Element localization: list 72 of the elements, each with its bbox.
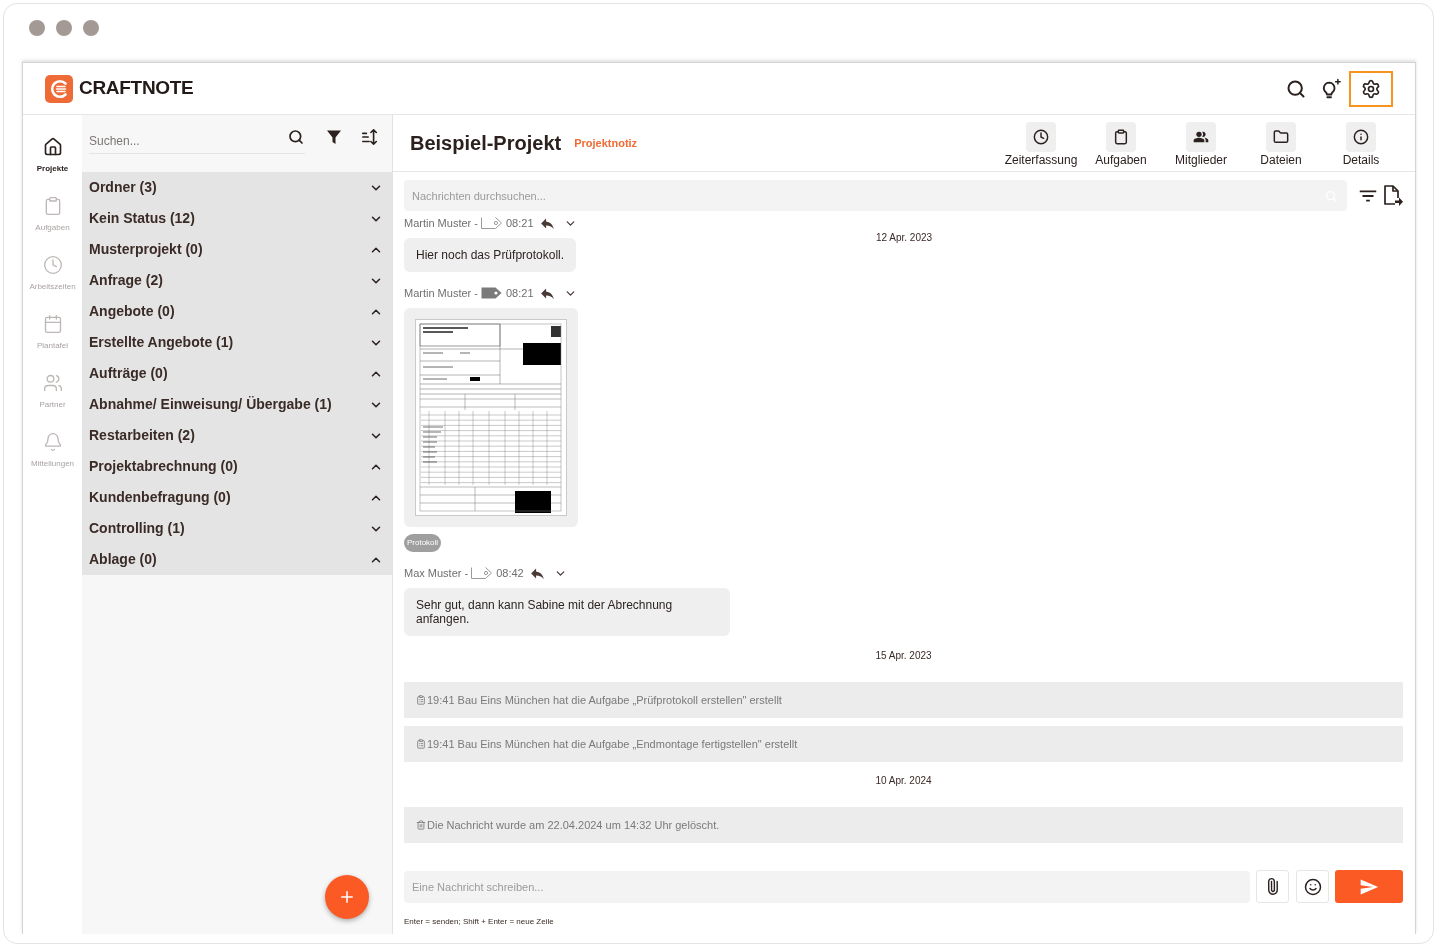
bell-icon xyxy=(42,432,63,452)
trash-icon xyxy=(416,820,426,830)
document-scan-drawing[interactable] xyxy=(415,319,567,516)
folder-item[interactable]: Abnahme/ Einweisung/ Übergabe (1) xyxy=(82,389,392,420)
nav-item[interactable]: Projekte xyxy=(23,137,82,175)
folder-item[interactable]: Restarbeiten (2) xyxy=(82,420,392,451)
project-tab[interactable]: Zeiterfassung xyxy=(1001,115,1081,171)
attach-button[interactable] xyxy=(1256,870,1289,903)
project-title: Beispiel-Projekt xyxy=(410,131,562,156)
message-sender: Max Muster - xyxy=(404,566,469,580)
message-input[interactable]: Eine Nachricht schreiben... xyxy=(404,870,1250,903)
folder-item[interactable]: Anfrage (2) xyxy=(82,265,392,296)
emoji-button[interactable] xyxy=(1296,870,1329,903)
message-search-field[interactable]: Nachrichten durchsuchen... xyxy=(404,180,1347,211)
message-time: 08:42 xyxy=(496,566,524,580)
folder-item[interactable]: Musterprojekt (0) xyxy=(82,234,392,265)
settings-icon xyxy=(1361,78,1381,99)
date-label: 12 Apr. 2023 xyxy=(875,232,933,244)
keyboard-hint: Enter = senden; Shift + Enter = neue Zeile xyxy=(404,917,554,926)
house-icon xyxy=(42,137,63,157)
file-export-icon[interactable] xyxy=(1383,184,1403,207)
folder-item[interactable]: Projektabrechnung (0) xyxy=(82,451,392,482)
folder-item[interactable]: Aufträge (0) xyxy=(82,358,392,389)
lightbulb-icon xyxy=(1320,77,1342,100)
folder-item[interactable]: Ablage (0) xyxy=(82,544,392,575)
folder-icon xyxy=(1266,122,1296,152)
project-tab[interactable]: Details xyxy=(1321,115,1401,171)
folder-item[interactable]: Controlling (1) xyxy=(82,513,392,544)
folder-item[interactable]: Kundenbefragung (0) xyxy=(82,482,392,513)
date-label: 15 Apr. 2023 xyxy=(875,650,932,662)
clipboard-icon xyxy=(416,739,426,749)
folder-item[interactable]: Kein Status (12) xyxy=(82,203,392,234)
folder-item[interactable]: Erstellte Angebote (1) xyxy=(82,327,392,358)
send-button[interactable] xyxy=(1335,870,1403,903)
project-tab[interactable]: Aufgaben xyxy=(1081,115,1161,171)
folder-item[interactable]: Ordner (3) xyxy=(82,172,392,203)
calendar-icon xyxy=(42,314,63,334)
clock-icon xyxy=(42,255,63,275)
message-bubble: Sehr gut, dann kann Sabine mit der Abrechnung anfangen. xyxy=(404,588,730,636)
clipboard-icon xyxy=(416,695,426,705)
message-bubble: Hier noch das Prüfprotokoll. xyxy=(404,238,577,272)
project-note-label: Projektnotiz xyxy=(574,136,638,152)
sort-icon[interactable] xyxy=(361,128,379,146)
system-message-text: Die Nachricht wurde am 22.04.2024 um 14:32 Uhr gelöscht. xyxy=(427,817,720,833)
clock-icon xyxy=(1026,122,1056,152)
project-tab[interactable]: Dateien xyxy=(1241,115,1321,171)
search-icon xyxy=(1286,78,1306,99)
search-field[interactable]: Suchen... xyxy=(89,129,305,154)
message-time: 08:21 xyxy=(505,216,534,230)
tag-icon[interactable] xyxy=(480,217,502,229)
settings-button[interactable] xyxy=(1349,70,1393,107)
system-message-text: 19:41 Bau Eins München hat die Aufgabe „Prüfprotokoll erstellen" erstellt xyxy=(427,692,782,708)
tag-icon[interactable] xyxy=(480,287,502,299)
message-sender: Martin Muster - xyxy=(404,286,478,300)
logo-text: CRAFTNOTE xyxy=(79,76,194,101)
filter-icon[interactable] xyxy=(326,129,342,145)
smiley-icon xyxy=(1303,877,1322,896)
folder-item[interactable]: Angebote (0) xyxy=(82,296,392,327)
add-button[interactable] xyxy=(325,875,369,919)
project-tab[interactable]: Mitglieder xyxy=(1161,115,1241,171)
tag-icon[interactable] xyxy=(471,567,493,579)
people-icon xyxy=(1186,122,1216,152)
search-icon[interactable] xyxy=(288,129,304,145)
system-message-text: 19:41 Bau Eins München hat die Aufgabe „Endmontage fertigstellen" erstellt xyxy=(427,736,798,752)
info-icon xyxy=(1346,122,1376,152)
logo-icon xyxy=(45,74,73,103)
message-time: 08:21 xyxy=(505,286,534,300)
date-label: 10 Apr. 2024 xyxy=(875,775,932,787)
plus-icon xyxy=(338,888,356,906)
message-sender: Martin Muster - xyxy=(404,216,478,230)
people-icon xyxy=(42,373,63,393)
clipboard-icon xyxy=(1106,122,1136,152)
